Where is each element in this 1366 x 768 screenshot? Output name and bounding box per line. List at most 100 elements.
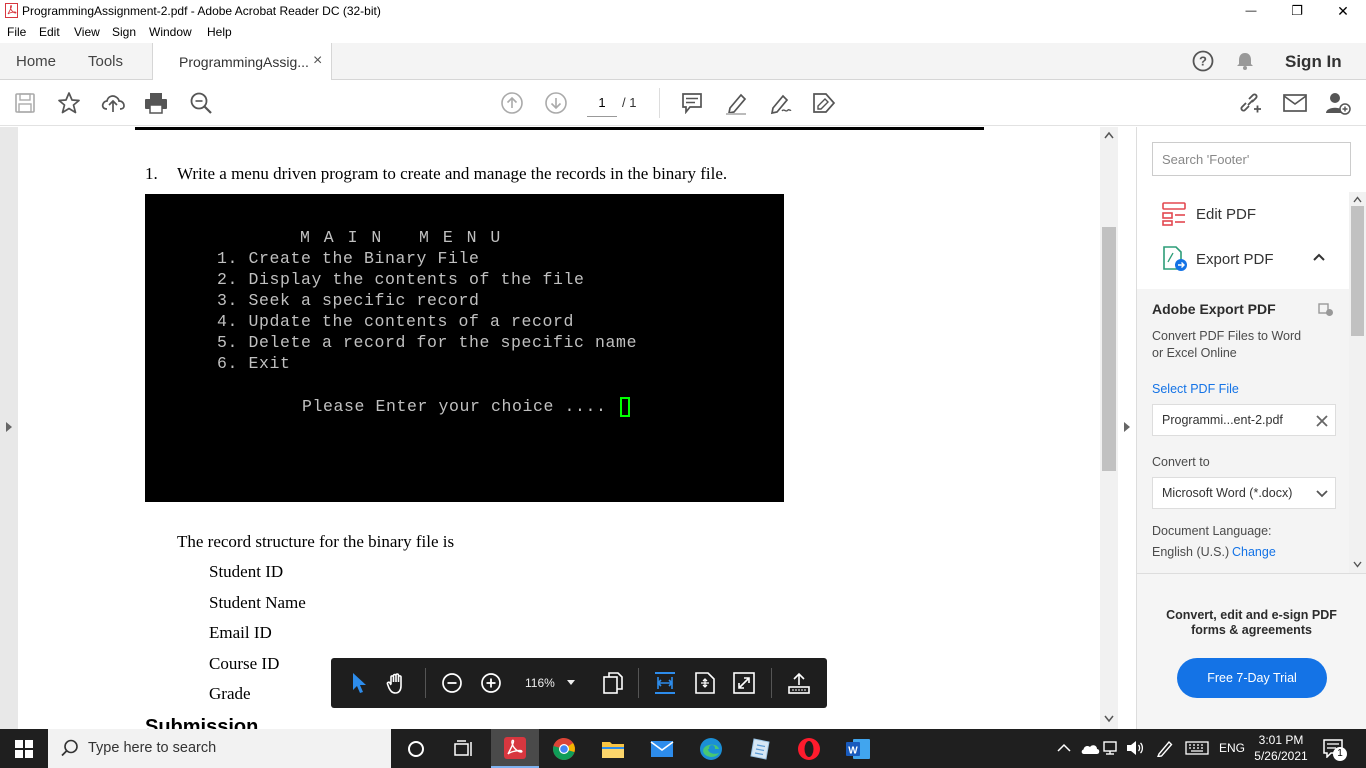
scroll-up-icon[interactable] [1353, 196, 1362, 203]
tab-tools[interactable]: Tools [88, 43, 123, 80]
document-viewport[interactable]: 1. Write a menu driven program to create… [0, 127, 1136, 729]
comment-icon[interactable] [679, 90, 705, 116]
add-user-icon[interactable] [1325, 90, 1351, 116]
share-link-icon[interactable] [1237, 90, 1263, 116]
help-icon[interactable]: ? [1192, 50, 1214, 72]
tab-document[interactable]: ProgrammingAssig... × [152, 43, 332, 81]
cortana-button[interactable] [392, 729, 440, 768]
fit-page-icon[interactable] [692, 670, 718, 696]
previous-page-icon[interactable] [499, 90, 525, 116]
onedrive-cloud-icon[interactable] [1080, 741, 1100, 755]
tools-pane-scrollbar[interactable] [1349, 192, 1366, 573]
record-field: Course ID [209, 654, 280, 673]
tab-home[interactable]: Home [16, 43, 56, 80]
minimize-button[interactable]: — [1228, 0, 1274, 22]
menu-window[interactable]: Window [149, 25, 192, 39]
select-tool-icon[interactable] [346, 670, 372, 696]
restore-button[interactable]: ❐ [1274, 0, 1320, 22]
menu-view[interactable]: View [74, 25, 100, 39]
upload-cloud-icon[interactable] [100, 90, 126, 116]
pen-ink-icon[interactable] [1156, 739, 1174, 757]
terminal-prompt: Please Enter your choice .... [302, 397, 607, 416]
record-field: Email ID [209, 623, 272, 642]
volume-icon[interactable] [1126, 740, 1144, 756]
task-view-button[interactable] [440, 729, 488, 768]
menu-sign[interactable]: Sign [112, 25, 136, 39]
bookmark-star-icon[interactable] [56, 90, 82, 116]
export-description-line1: Convert PDF Files to Word [1152, 329, 1302, 343]
chevron-down-icon [1316, 490, 1328, 498]
opera-icon [798, 737, 820, 760]
touch-keyboard-icon[interactable] [1185, 741, 1209, 755]
taskbar-opera[interactable] [785, 729, 833, 768]
left-panel-toggle[interactable] [0, 417, 18, 437]
network-icon[interactable] [1103, 741, 1121, 755]
scroll-down-icon[interactable] [1353, 561, 1362, 568]
action-center-button[interactable]: 1 [1322, 738, 1347, 761]
close-window-button[interactable]: ✕ [1320, 0, 1366, 22]
zoom-out-icon[interactable] [439, 670, 465, 696]
zoom-level-select[interactable]: 116% [517, 671, 583, 695]
save-icon[interactable] [12, 90, 38, 116]
menu-help[interactable]: Help [207, 25, 232, 39]
scrollbar-thumb[interactable] [1102, 227, 1116, 471]
taskbar-acrobat[interactable] [491, 729, 539, 768]
notifications-bell-icon[interactable] [1235, 51, 1255, 71]
scroll-down-icon[interactable] [1104, 715, 1114, 723]
page-number-input[interactable]: 1 [587, 93, 617, 117]
menu-file[interactable]: File [7, 25, 26, 39]
taskbar-search-box[interactable]: Type here to search [48, 729, 391, 768]
zoom-search-icon[interactable] [188, 90, 214, 116]
right-panel-toggle[interactable] [1118, 127, 1136, 729]
full-screen-icon[interactable] [731, 670, 757, 696]
highlight-pen-icon[interactable] [723, 90, 749, 116]
search-tools-input[interactable]: Search 'Footer' [1152, 142, 1351, 176]
select-pdf-file-link[interactable]: Select PDF File [1152, 382, 1239, 396]
terminal-menu-item: 5. Delete a record for the specific name [217, 333, 638, 352]
export-options-icon[interactable] [1318, 301, 1334, 317]
terminal-menu-item: 3. Seek a specific record [217, 291, 480, 310]
sign-in-button[interactable]: Sign In [1285, 52, 1342, 72]
fit-width-icon[interactable] [652, 670, 678, 696]
chevron-up-icon[interactable] [1057, 743, 1071, 753]
read-mode-icon[interactable] [786, 670, 812, 696]
section-heading-submission: Submission [145, 716, 259, 729]
zoom-in-icon[interactable] [478, 670, 504, 696]
page-view-icon[interactable] [600, 670, 626, 696]
tab-close-icon[interactable]: × [313, 52, 322, 70]
chevron-up-icon[interactable] [1313, 253, 1325, 261]
input-language-indicator[interactable]: ENG [1219, 741, 1245, 755]
scroll-up-icon[interactable] [1104, 131, 1114, 139]
export-pdf-tool[interactable]: Export PDF [1137, 240, 1349, 277]
free-trial-button[interactable]: Free 7-Day Trial [1177, 658, 1327, 698]
print-icon[interactable] [143, 90, 169, 116]
taskbar-edge[interactable] [687, 729, 735, 768]
start-button[interactable] [0, 729, 48, 768]
taskbar-chrome[interactable] [540, 729, 588, 768]
page-top-rule [135, 127, 984, 130]
document-scrollbar[interactable] [1100, 127, 1118, 729]
convert-format-select[interactable]: Microsoft Word (*.docx) [1152, 477, 1336, 509]
taskbar-mail[interactable] [638, 729, 686, 768]
menu-edit[interactable]: Edit [39, 25, 60, 39]
edit-pdf-tool[interactable]: Edit PDF [1137, 195, 1349, 232]
hand-tool-icon[interactable] [384, 670, 410, 696]
taskbar-clock[interactable]: 3:01 PM 5/26/2021 [1252, 732, 1310, 764]
email-icon[interactable] [1282, 90, 1308, 116]
record-field: Student ID [209, 562, 284, 581]
change-language-link[interactable]: Change [1232, 545, 1276, 559]
terminal-menu-item: 6. Exit [217, 354, 291, 373]
taskbar-file-explorer[interactable] [589, 729, 637, 768]
taskbar-app[interactable] [736, 729, 784, 768]
search-tools-placeholder: Search 'Footer' [1162, 152, 1250, 167]
next-page-icon[interactable] [543, 90, 569, 116]
tab-document-label: ProgrammingAssig... [179, 54, 309, 70]
tools-pane-scroll-thumb[interactable] [1351, 206, 1364, 336]
export-pdf-icon [1163, 246, 1187, 271]
chevron-right-icon [1124, 422, 1130, 432]
send-for-signature-icon[interactable] [811, 90, 837, 116]
taskbar-word[interactable]: W [834, 729, 882, 768]
fill-sign-icon[interactable] [767, 90, 793, 116]
remove-file-icon[interactable] [1316, 415, 1328, 427]
terminal-cursor [620, 397, 630, 417]
